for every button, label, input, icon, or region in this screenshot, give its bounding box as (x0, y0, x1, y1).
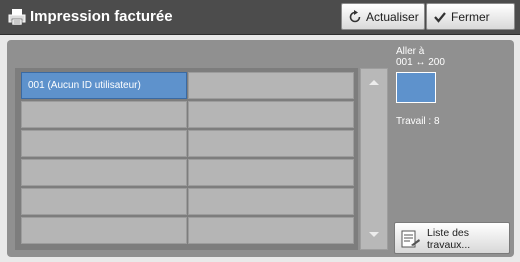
job-list-label-line2: travaux... (427, 239, 471, 251)
printer-icon (8, 9, 26, 26)
table-cell[interactable] (188, 72, 354, 99)
refresh-label: Actualiser (366, 9, 419, 24)
refresh-icon (349, 9, 361, 22)
job-count: Travail : 8 (396, 116, 440, 127)
job-table: 001 (Aucun ID utilisateur) (15, 68, 358, 250)
scroll-up-icon[interactable] (369, 80, 379, 85)
table-cell-user-001[interactable]: 001 (Aucun ID utilisateur) (21, 72, 187, 99)
scrollbar[interactable] (360, 68, 388, 250)
table-cell[interactable] (188, 101, 354, 128)
table-cell[interactable] (188, 130, 354, 157)
table-cell[interactable] (188, 159, 354, 186)
checkmark-icon (434, 11, 446, 23)
close-label: Fermer (451, 9, 490, 24)
goto-input-button[interactable] (396, 72, 436, 103)
job-list-label: Liste des travaux... (427, 227, 507, 251)
job-list-label-line1: Liste des (427, 227, 470, 239)
job-list-button[interactable]: Liste des travaux... (394, 222, 510, 254)
close-button[interactable]: Fermer (426, 3, 515, 30)
table-cell[interactable] (21, 217, 187, 244)
refresh-button[interactable]: Actualiser (341, 3, 425, 30)
goto-range: 001 ↔ 200 (396, 57, 445, 68)
table-cell[interactable] (21, 101, 187, 128)
table-cell[interactable] (188, 188, 354, 215)
scroll-down-icon[interactable] (369, 232, 379, 237)
table-cell[interactable] (188, 217, 354, 244)
page-title: Impression facturée (30, 8, 173, 25)
table-cell[interactable] (21, 159, 187, 186)
goto-label-line1: Aller à (396, 46, 425, 57)
title-bar: Impression facturée Actualiser Fermer (0, 0, 520, 35)
job-list-icon (401, 230, 420, 248)
goto-label: Aller à 001 ↔ 200 (396, 46, 445, 68)
table-cell[interactable] (21, 130, 187, 157)
table-cell[interactable] (21, 188, 187, 215)
